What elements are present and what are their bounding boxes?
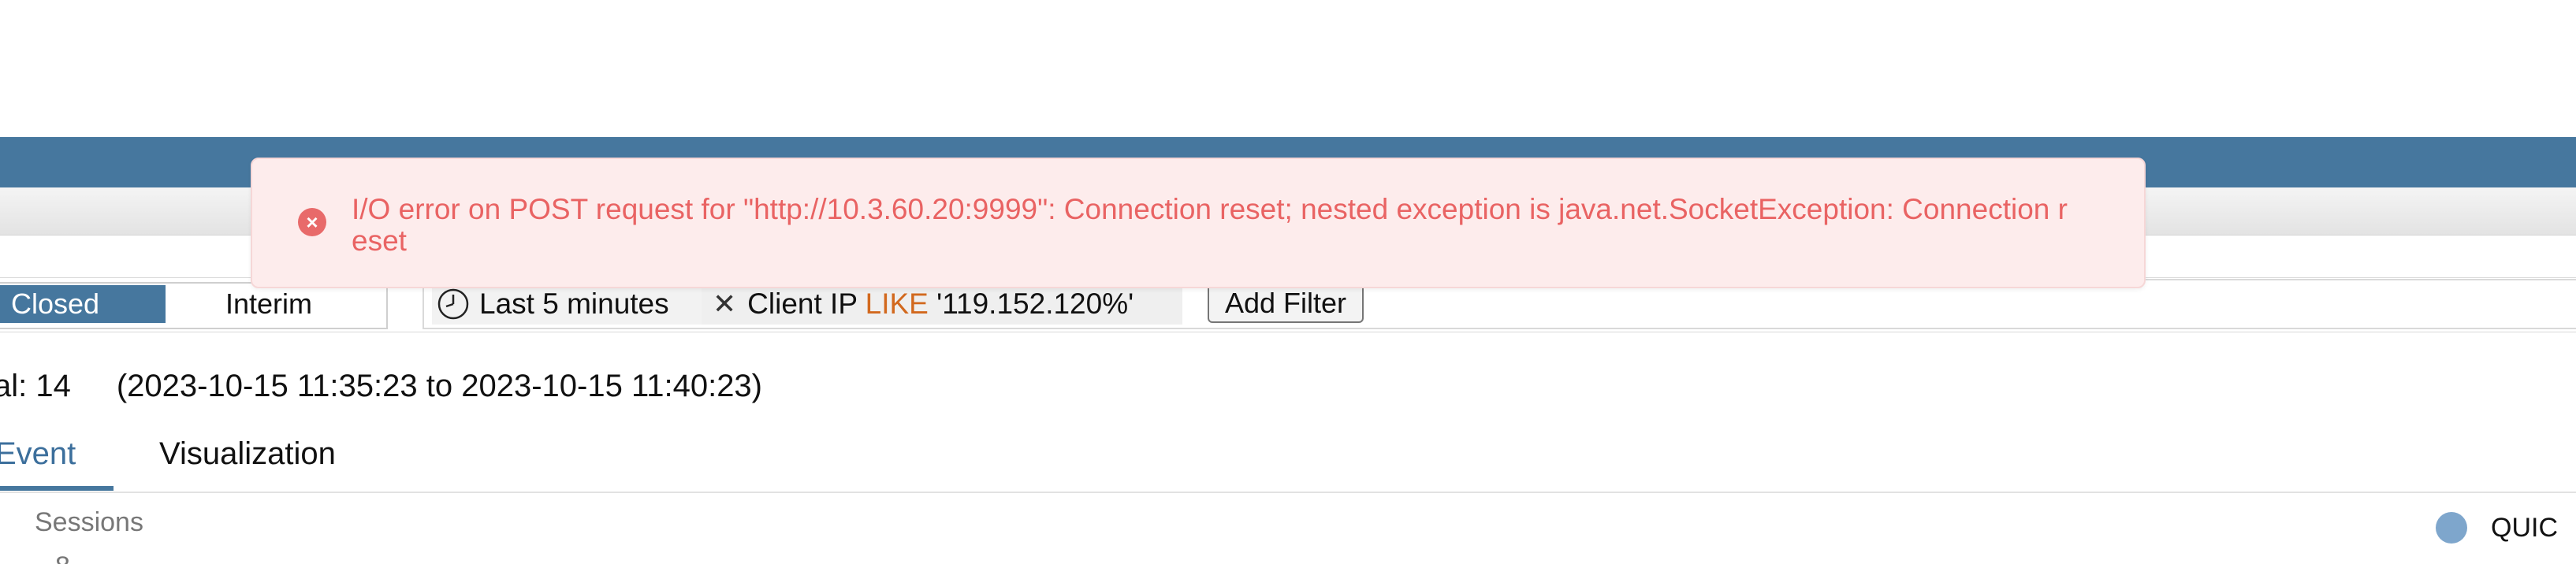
segment-interim[interactable]: Interim [225,284,312,325]
page: Closed Interim Last 5 minutes ✕ Client I… [0,0,2576,564]
error-toast: × I/O error on POST request for "http://… [251,158,2146,288]
error-circle-x-icon: × [298,208,326,236]
filter-operator: LIKE [865,288,929,320]
chart-legend[interactable]: QUIC [2436,512,2558,544]
legend-swatch-quic [2436,512,2467,544]
time-range-label: Last 5 minutes [479,288,669,320]
clock-icon [437,288,469,320]
add-filter-button[interactable]: Add Filter [1208,284,1364,323]
time-range-text: (2023-10-15 11:35:23 to 2023-10-15 11:40… [116,369,762,403]
chart-y-axis-label: Sessions [35,507,143,537]
remove-filter-icon[interactable]: ✕ [713,288,736,321]
chart-y-tick: 8 [55,551,70,564]
view-tabs: Event Visualization [0,422,2576,493]
filter-expression: Client IP LIKE '119.152.120%' [747,288,1134,321]
client-ip-filter-chip[interactable]: ✕ Client IP LIKE '119.152.120%' [702,284,1182,325]
tab-visualization[interactable]: Visualization [159,436,336,472]
filter-field: Client IP [747,288,858,320]
legend-label-quic: QUIC [2491,512,2558,543]
tab-event[interactable]: Event [0,436,114,491]
time-range-chip[interactable]: Last 5 minutes [432,284,711,325]
total-count: al: 14 [0,369,71,403]
totals-line: al: 14 (2023-10-15 11:35:23 to 2023-10-15… [0,369,762,404]
filter-value: '119.152.120%' [936,288,1134,320]
status-segmented-control: Closed Interim [0,282,388,329]
error-message: I/O error on POST request for "http://10… [352,193,2068,257]
segment-closed[interactable]: Closed [0,285,166,323]
